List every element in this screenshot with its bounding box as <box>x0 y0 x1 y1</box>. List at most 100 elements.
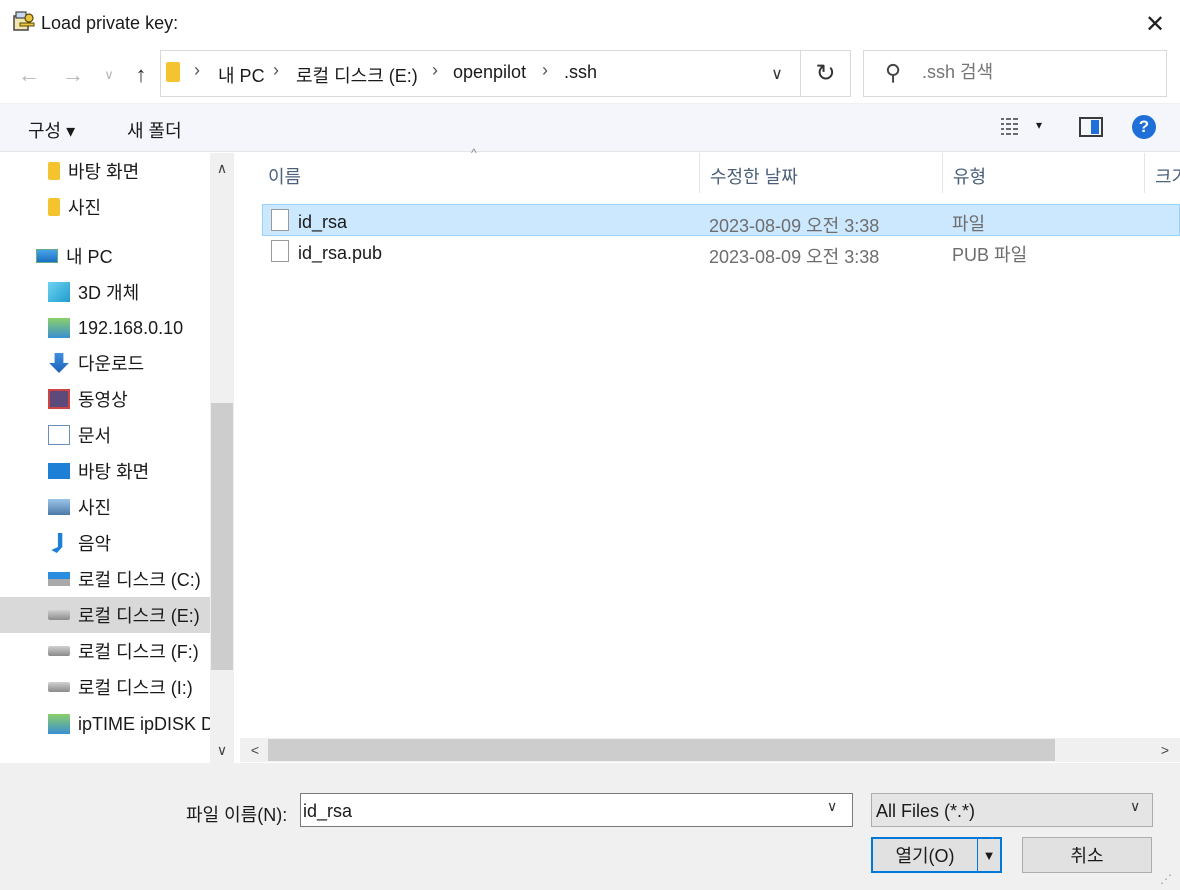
network-drive-icon <box>48 714 70 734</box>
filename-input[interactable] <box>303 801 823 822</box>
sidebar-item[interactable]: 로컬 디스크 (F:) <box>0 633 210 669</box>
sidebar-item-label: 다운로드 <box>78 354 145 374</box>
desktop-icon <box>48 463 70 479</box>
file-icon <box>271 240 289 262</box>
file-type: 파일 <box>952 214 986 234</box>
scroll-left-arrow[interactable]: < <box>244 738 266 762</box>
sidebar-item-label: ipTIME ipDISK D <box>78 713 210 734</box>
filename-label: 파일 이름(N): <box>186 805 288 825</box>
sidebar-item[interactable]: 음악 <box>0 525 210 561</box>
folder-icon <box>166 62 180 82</box>
folder-icon <box>48 198 60 216</box>
column-divider[interactable] <box>699 153 700 193</box>
sidebar-item-label: 3D 개체 <box>78 283 140 303</box>
sort-ascending-icon: ^ <box>471 146 477 160</box>
chevron-down-icon[interactable]: ∨ <box>1130 798 1140 815</box>
chevron-down-icon[interactable]: ∨ <box>827 798 837 815</box>
breadcrumb-separator[interactable]: › <box>542 60 548 81</box>
organize-button[interactable]: 구성 ▾ <box>28 117 75 143</box>
up-button[interactable]: ↑ <box>126 58 156 92</box>
sidebar-item[interactable]: 문서 <box>0 417 210 453</box>
cube-icon <box>48 282 70 302</box>
scrollbar-thumb[interactable] <box>211 403 233 670</box>
breadcrumb-item[interactable]: 내 PC <box>218 62 265 88</box>
sidebar-item-label: 동영상 <box>78 390 128 410</box>
sidebar-item-label: 바탕 화면 <box>78 462 150 482</box>
breadcrumb-separator[interactable]: › <box>273 60 279 81</box>
scrollbar-thumb[interactable] <box>268 739 1055 761</box>
column-divider[interactable] <box>942 153 943 193</box>
sidebar-item[interactable]: 바탕 화면 <box>0 453 210 489</box>
file-name: id_rsa <box>298 212 348 232</box>
sidebar-item[interactable]: 사진 <box>0 489 210 525</box>
view-options-icon[interactable] <box>1000 116 1026 138</box>
preview-pane-icon[interactable] <box>1079 117 1103 137</box>
view-options-dropdown[interactable]: ▾ <box>1036 118 1042 132</box>
back-button[interactable]: ← <box>14 58 44 92</box>
address-history-dropdown[interactable]: ∨ <box>760 58 794 90</box>
scroll-down-arrow[interactable]: ∨ <box>210 738 234 762</box>
column-header-name[interactable]: 이름 <box>268 163 301 189</box>
pictures-icon <box>48 499 70 515</box>
sidebar-item[interactable]: 3D 개체 <box>0 274 210 310</box>
breadcrumb-item[interactable]: .ssh <box>564 62 597 83</box>
windows-drive-icon <box>48 572 70 586</box>
file-type-value: All Files (*.*) <box>876 801 976 821</box>
video-icon <box>48 389 70 409</box>
column-header-type[interactable]: 유형 <box>953 163 986 189</box>
sidebar-item-label: 192.168.0.10 <box>78 317 184 338</box>
file-type: PUB 파일 <box>952 245 1028 265</box>
open-button[interactable]: 열기(O) <box>871 837 979 873</box>
sidebar-item[interactable]: 바탕 화면 <box>0 153 210 189</box>
sidebar-item[interactable]: 내 PC <box>0 238 210 274</box>
sidebar-item[interactable]: 192.168.0.10 <box>0 310 210 346</box>
column-header-date[interactable]: 수정한 날짜 <box>710 163 798 189</box>
computer-icon <box>36 249 58 263</box>
file-icon <box>271 209 289 231</box>
sidebar-item-label: 로컬 디스크 (C:) <box>78 570 201 590</box>
help-icon[interactable]: ? <box>1132 115 1156 139</box>
close-button[interactable]: ✕ <box>1130 0 1180 48</box>
putty-key-icon <box>13 11 35 31</box>
sidebar-item[interactable]: 사진 <box>0 189 210 225</box>
column-divider[interactable] <box>1144 153 1145 193</box>
scroll-right-arrow[interactable]: > <box>1154 738 1176 762</box>
sidebar-item-label: 로컬 디스크 (F:) <box>78 642 199 662</box>
drive-icon <box>48 682 70 692</box>
column-header-size[interactable]: 크기 <box>1155 163 1180 189</box>
breadcrumb-separator[interactable]: › <box>194 60 200 81</box>
file-date: 2023-08-09 오전 3:38 <box>709 247 880 267</box>
sidebar-item[interactable]: 로컬 디스크 (I:) <box>0 669 210 705</box>
sidebar-item[interactable]: ipTIME ipDISK D <box>0 706 210 742</box>
forward-button[interactable]: → <box>58 58 88 92</box>
search-input[interactable] <box>922 62 1152 83</box>
drive-icon <box>48 646 70 656</box>
breadcrumb-item[interactable]: 로컬 디스크 (E:) <box>296 62 418 88</box>
breadcrumb-separator[interactable]: › <box>432 60 438 81</box>
sidebar-item-label: 문서 <box>78 426 112 446</box>
sidebar-item-label: 내 PC <box>66 247 113 267</box>
breadcrumb-item[interactable]: openpilot <box>453 62 526 83</box>
sidebar-item-label: 사진 <box>78 498 112 518</box>
scroll-up-arrow[interactable]: ∧ <box>210 156 234 180</box>
sidebar-item-label: 바탕 화면 <box>68 162 140 182</box>
cancel-button[interactable]: 취소 <box>1022 837 1152 873</box>
music-icon <box>51 533 63 553</box>
sidebar-item[interactable]: 다운로드 <box>0 345 210 381</box>
window-title: Load private key: <box>41 13 179 33</box>
sidebar-item[interactable]: 로컬 디스크 (C:) <box>0 561 210 597</box>
network-drive-icon <box>48 318 70 338</box>
new-folder-button[interactable]: 새 폴더 <box>127 117 182 143</box>
sidebar-item[interactable]: 동영상 <box>0 381 210 417</box>
file-name: id_rsa.pub <box>298 243 383 263</box>
open-options-dropdown[interactable]: ▼ <box>977 837 1002 873</box>
recent-locations-button[interactable]: ∨ <box>96 58 122 92</box>
download-icon <box>49 353 69 373</box>
resize-grip-icon[interactable]: ⋰ <box>1160 872 1172 886</box>
sidebar-item[interactable]: 로컬 디스크 (E:) <box>0 597 210 633</box>
document-icon <box>48 425 70 445</box>
search-icon: ⚲ <box>885 60 902 85</box>
refresh-button[interactable]: ↻ <box>801 50 851 97</box>
drive-icon <box>48 610 70 620</box>
folder-icon <box>48 162 60 180</box>
